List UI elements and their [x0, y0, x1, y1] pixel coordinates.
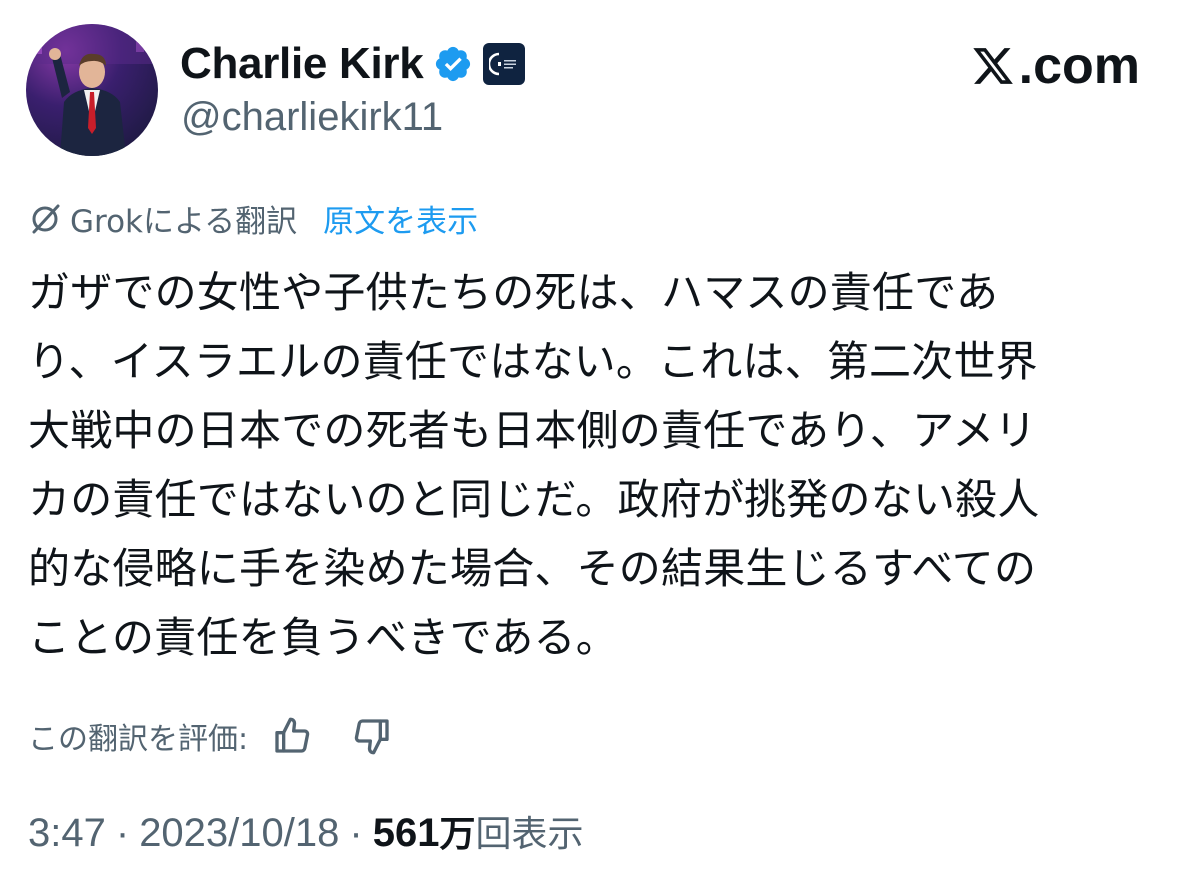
translation-bar: Grokによる翻訳 原文を表示: [28, 195, 478, 241]
grok-icon: [28, 200, 64, 236]
author-name-row: Charlie Kirk: [180, 36, 526, 92]
show-original-link[interactable]: 原文を表示: [323, 196, 478, 241]
meta-separator: ·: [349, 811, 363, 855]
rate-translation-row: この翻訳を評価:: [28, 712, 392, 760]
tweet-meta: 3:47 · 2023/10/18 · 561 万 回表示: [28, 805, 584, 861]
author-handle[interactable]: @charliekirk11: [181, 95, 443, 140]
tweet-time[interactable]: 3:47: [28, 811, 106, 856]
meta-separator: ·: [115, 811, 130, 855]
author-display-name[interactable]: Charlie Kirk: [180, 39, 424, 89]
thumbs-up-icon[interactable]: [272, 716, 312, 756]
x-logo-icon: [972, 48, 1013, 84]
views-unit: 万: [439, 814, 476, 855]
author-avatar[interactable]: [26, 24, 158, 156]
site-logo: .com: [971, 37, 1140, 95]
views-label: 回表示: [475, 814, 584, 855]
tweet-text: ガザでの女性や子供たちの死は、ハマスの責任であ り、イスラエルの責任ではない。こ…: [28, 268, 1040, 662]
rate-translation-label: この翻訳を評価:: [28, 722, 249, 757]
tweet-date[interactable]: 2023/10/18: [139, 811, 339, 856]
thumbs-down-icon[interactable]: [352, 716, 392, 756]
translation-label: Grokによる翻訳: [70, 203, 298, 240]
organization-affiliate-icon[interactable]: [483, 43, 526, 85]
views-count[interactable]: 561: [373, 811, 440, 856]
verified-badge-icon[interactable]: [433, 44, 473, 84]
tweet-header: Charlie Kirk @charliekirk11 .com: [0, 0, 1200, 170]
site-logo-text: .com: [1018, 37, 1140, 95]
